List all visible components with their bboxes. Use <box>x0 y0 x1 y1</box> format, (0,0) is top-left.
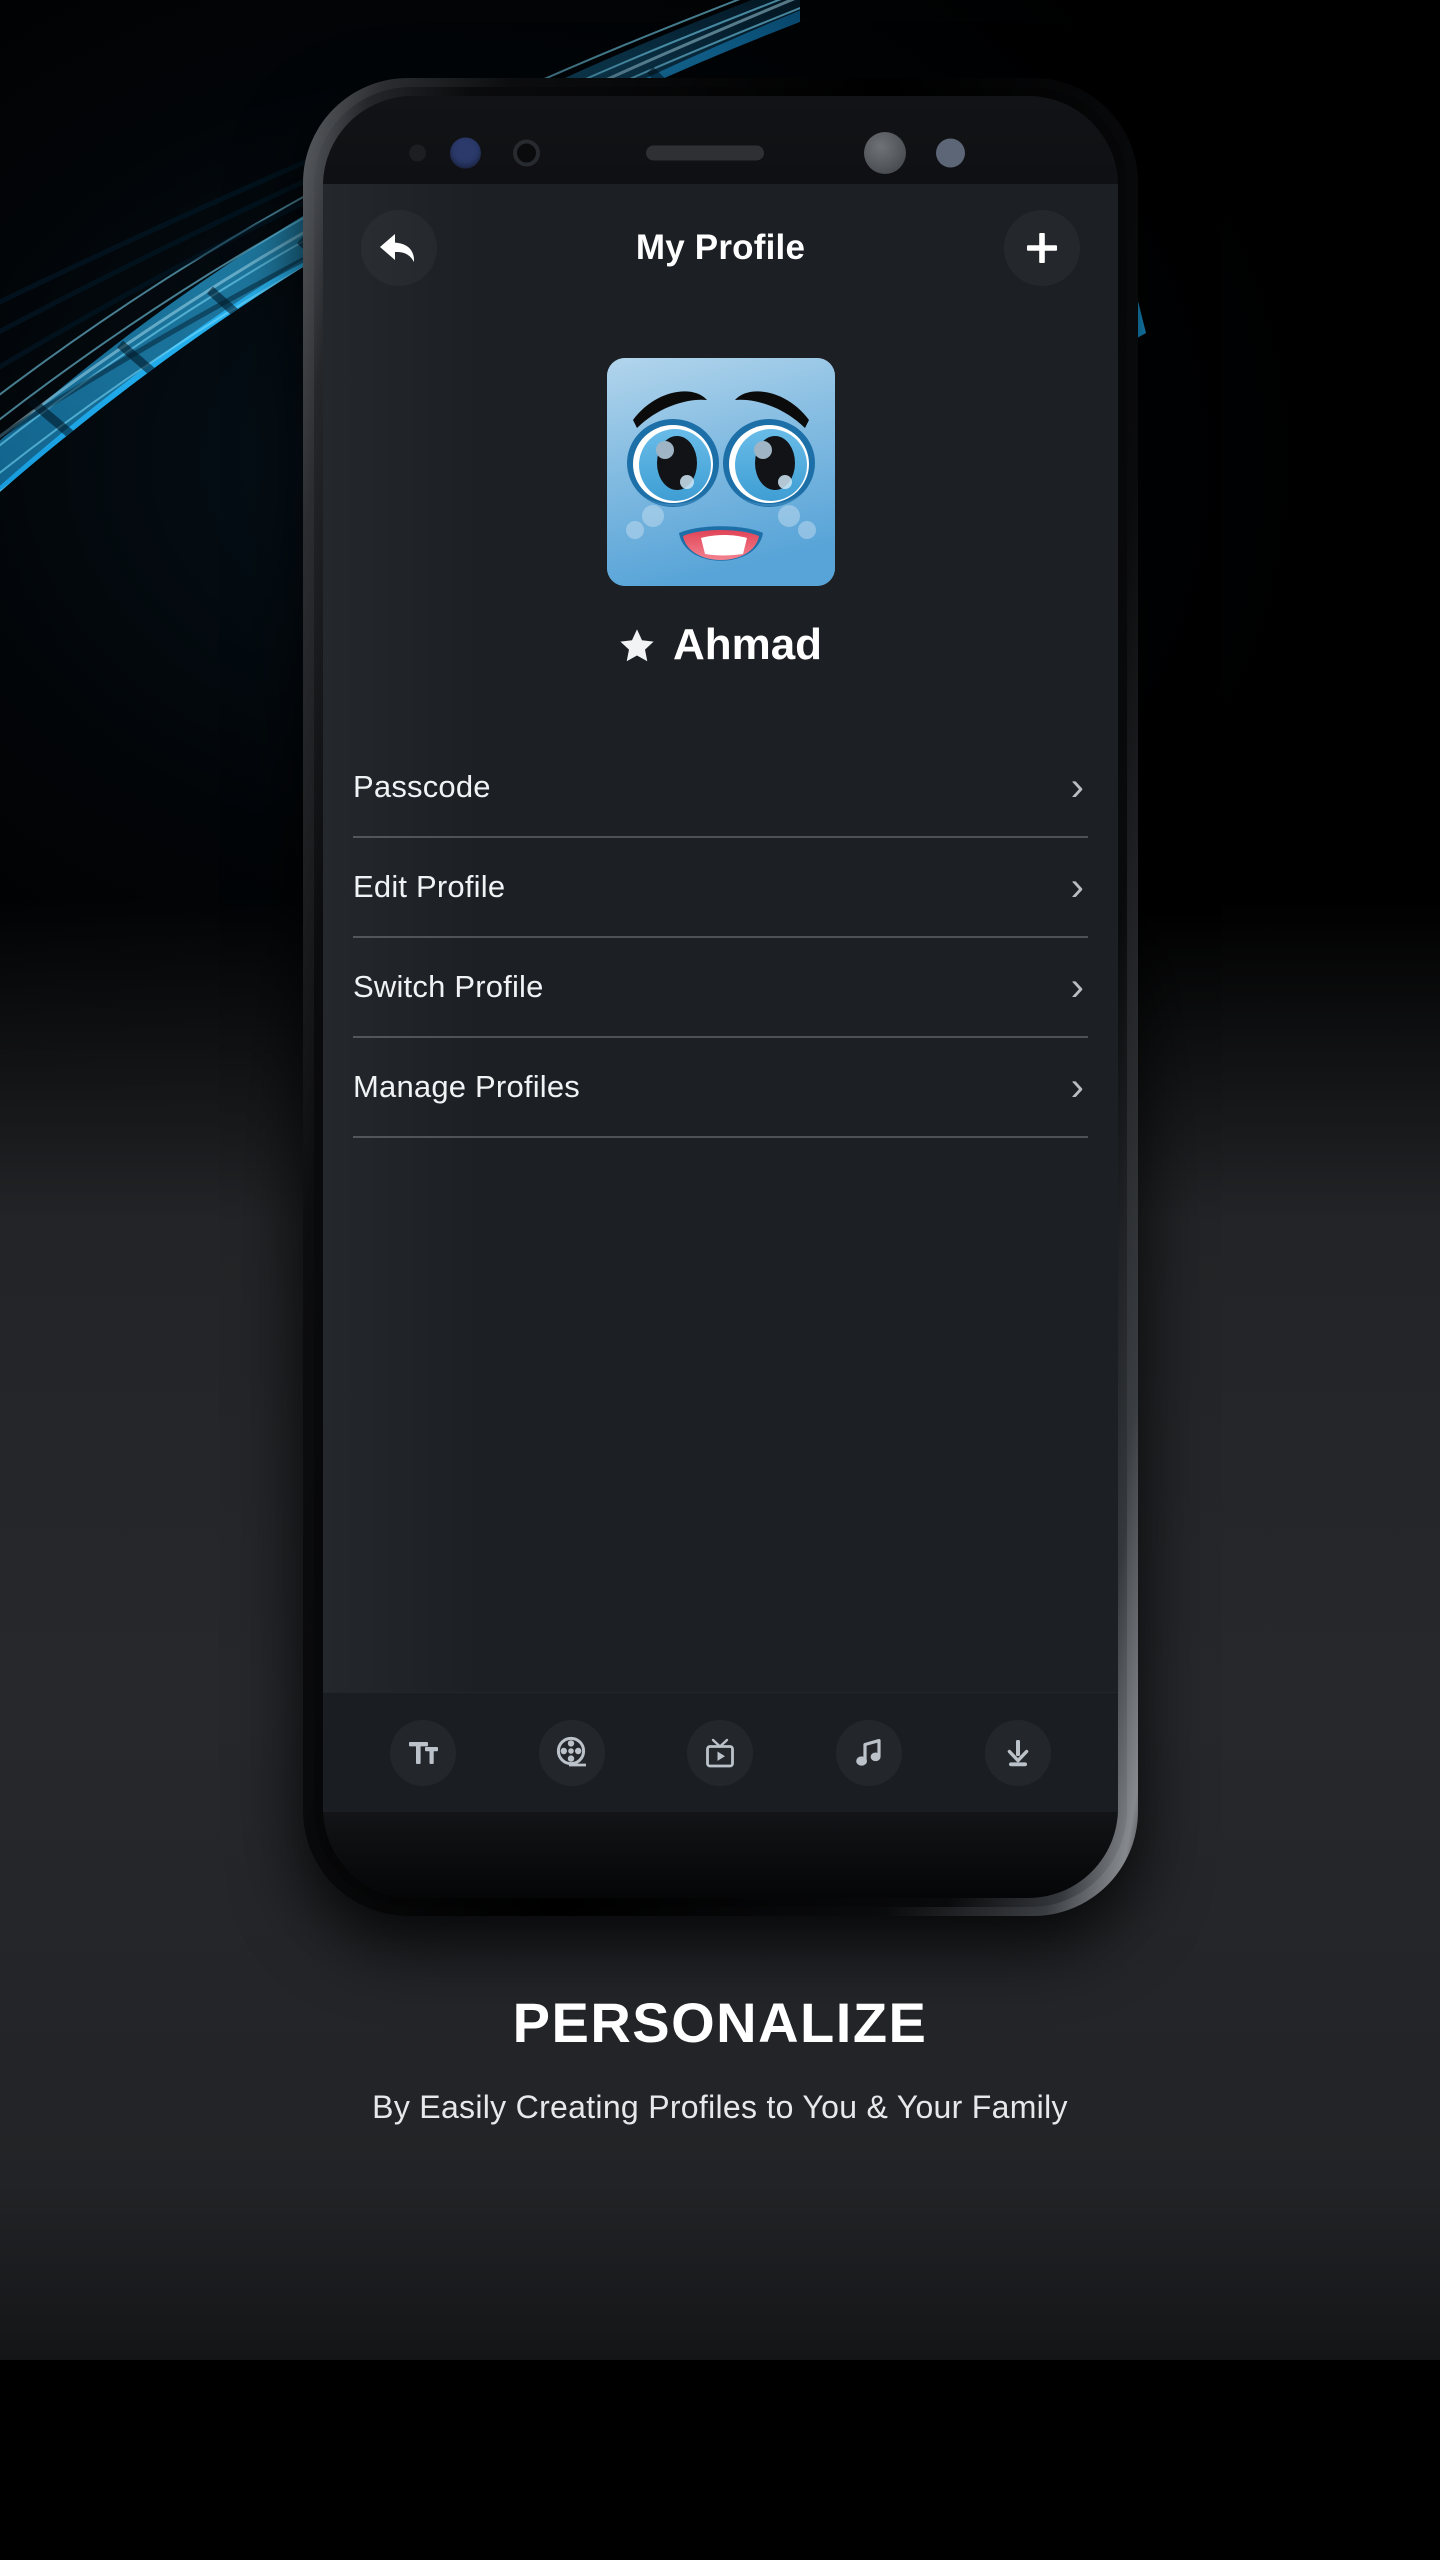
promo-caption: PERSONALIZE By Easily Creating Profiles … <box>0 1990 1440 2126</box>
menu-item-label: Passcode <box>353 769 491 804</box>
phone-screen: My Profile Ahmad Passcode › Edit Profile… <box>323 184 1118 1812</box>
avatar-face-icon <box>606 358 835 586</box>
menu-item-switch-profile[interactable]: Switch Profile › <box>353 938 1088 1038</box>
page-title: My Profile <box>635 228 806 267</box>
profile-menu-list: Passcode › Edit Profile › Switch Profile… <box>323 738 1118 1138</box>
nav-downloads-button[interactable] <box>984 1719 1051 1786</box>
menu-item-edit-profile[interactable]: Edit Profile › <box>353 838 1088 938</box>
profile-name-row: Ahmad <box>619 620 822 670</box>
plus-icon <box>1027 233 1057 263</box>
promo-heading: PERSONALIZE <box>512 1991 928 2054</box>
phone-mockup: My Profile Ahmad Passcode › Edit Profile… <box>303 78 1138 1916</box>
menu-item-passcode[interactable]: Passcode › <box>353 738 1088 838</box>
profile-summary: Ahmad <box>323 358 1118 670</box>
app-header: My Profile <box>323 184 1118 312</box>
background-bottom-band <box>0 2440 1440 2560</box>
nav-text-button[interactable] <box>390 1719 457 1786</box>
chevron-right-icon: › <box>1070 965 1084 1009</box>
film-reel-icon <box>556 1736 586 1766</box>
chevron-right-icon: › <box>1070 865 1084 909</box>
menu-item-label: Manage Profiles <box>353 1069 581 1104</box>
menu-item-label: Switch Profile <box>353 969 544 1004</box>
proximity-dot-icon <box>409 144 426 162</box>
menu-item-label: Edit Profile <box>353 869 506 904</box>
phone-bottom-bezel <box>323 1812 1118 1898</box>
phone-body: My Profile Ahmad Passcode › Edit Profile… <box>323 96 1118 1898</box>
light-sensor-icon <box>936 138 965 168</box>
tv-icon <box>706 1738 735 1767</box>
back-arrow-icon <box>380 234 415 262</box>
ir-sensor-icon <box>513 139 540 167</box>
promo-subheading: By Easily Creating Profiles to You & You… <box>372 2089 1068 2125</box>
nav-music-button[interactable] <box>836 1719 903 1786</box>
text-subtitles-icon <box>409 1741 439 1764</box>
iris-sensor-icon <box>450 137 481 169</box>
chevron-right-icon: › <box>1070 1065 1084 1109</box>
phone-top-bezel <box>323 96 1118 184</box>
menu-item-manage-profiles[interactable]: Manage Profiles › <box>353 1038 1088 1138</box>
nav-movies-button[interactable] <box>538 1719 605 1786</box>
add-profile-button[interactable] <box>1004 210 1080 286</box>
nav-tv-button[interactable] <box>687 1719 754 1786</box>
sensor-cluster <box>409 132 1039 174</box>
profile-name: Ahmad <box>672 620 823 669</box>
star-icon <box>620 629 654 662</box>
screenshot-root: My Profile Ahmad Passcode › Edit Profile… <box>0 0 1440 2560</box>
download-icon <box>1007 1739 1028 1766</box>
bottom-navigation-bar <box>323 1692 1118 1812</box>
music-note-icon <box>856 1738 881 1766</box>
avatar[interactable] <box>606 358 835 586</box>
earpiece-speaker-icon <box>646 145 764 161</box>
front-camera-icon <box>864 132 906 174</box>
back-button[interactable] <box>361 210 437 286</box>
chevron-right-icon: › <box>1070 765 1084 809</box>
